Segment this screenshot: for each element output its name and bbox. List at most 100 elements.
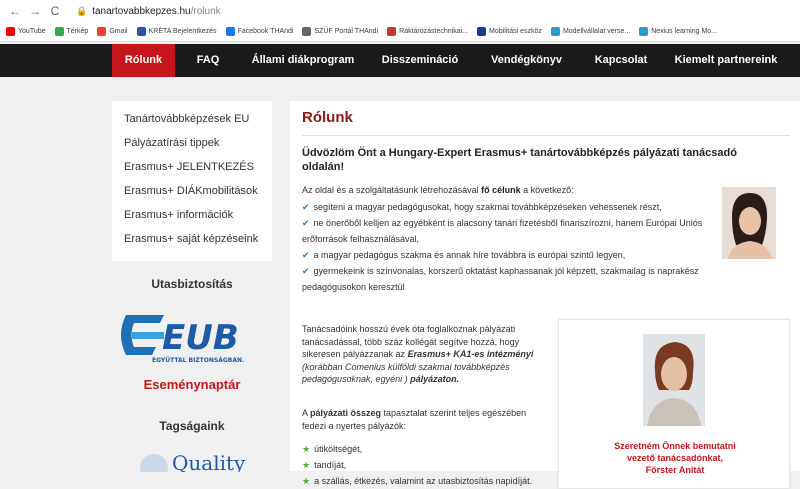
- bookmark-icon: [477, 27, 487, 36]
- nav-item-kapcsolat[interactable]: Kapcsolat: [578, 44, 664, 77]
- greeting-heading: Üdvözlöm Önt a Hungary-Expert Erasmus+ t…: [302, 147, 737, 173]
- para2-c: (korábban Comenius külföldi szakmai tová…: [302, 361, 510, 385]
- nav-item-disszeminacio[interactable]: Disszemináció: [365, 44, 475, 77]
- travel-insurance-title: Utasbiztosítás: [151, 277, 233, 291]
- url-field[interactable]: 🔒 tanartovabbkepzes.hu /rolunk: [76, 6, 221, 17]
- bookmark-label: YouTube: [18, 28, 46, 35]
- intro-pre: Az oldal és a szolgáltatásunk létrehozás…: [302, 185, 482, 195]
- advisor-portrait-photo: [643, 334, 705, 426]
- sidebar-item-jelentkezes[interactable]: Erasmus+ JELENTKEZÉS: [112, 155, 272, 179]
- eub-logo[interactable]: EUB EGYÜTTAL BIZTONSÁGBAN.: [112, 305, 272, 365]
- back-icon[interactable]: ←: [8, 4, 22, 18]
- url-domain: tanartovabbkepzes.hu: [92, 5, 191, 17]
- eub-swoosh-icon: [121, 315, 164, 355]
- bookmark-item[interactable]: YouTube: [6, 27, 46, 36]
- bookmark-label: Facebook THAndi: [237, 28, 294, 35]
- card-line-3: Förster Anitát: [645, 465, 705, 475]
- advisor-card: Szeretném Önnek bemutatni vezető tanácsa…: [558, 319, 790, 489]
- costs-list: ★ útiköltségét, ★ tandíját, ★ a szállás, ét…: [302, 441, 542, 489]
- intro-bold: fő célunk: [481, 185, 521, 195]
- bookmark-label: KRÉTA Bejelentkezés: [148, 28, 217, 35]
- sidebar-menu: Tanártovábbképzések EU Pályázatírási tip…: [112, 101, 272, 261]
- para2-b: Erasmus+ KA1-es intézményi: [407, 349, 534, 359]
- check-icon: ✔: [302, 202, 310, 212]
- star-icon: ★: [302, 476, 311, 486]
- page-body: Tanártovábbképzések EU Pályázatírási tip…: [0, 77, 800, 489]
- sidebar-item-sajat-kepzeseink[interactable]: Erasmus+ saját képzéseink: [112, 227, 272, 251]
- bookmark-item[interactable]: Nexius learning Mo...: [639, 27, 717, 36]
- bookmark-icon: [54, 27, 64, 36]
- lock-icon: 🔒: [76, 5, 88, 16]
- quality-logo-text: Quality: [172, 451, 246, 472]
- nav-item-allami-diakprogram[interactable]: Állami diákprogram: [241, 44, 365, 77]
- sidebar-item-diakmobilitasok[interactable]: Erasmus+ DIÁKmobilitások: [112, 179, 272, 203]
- bookmark-item[interactable]: Modellvállalat verse...: [550, 27, 630, 36]
- check-icon: ✔: [302, 266, 310, 276]
- nav-item-vendegkonyv[interactable]: Vendégkönyv: [475, 44, 578, 77]
- check-icon: ✔: [302, 218, 310, 228]
- bookmark-item[interactable]: KRÉTA Bejelentkezés: [136, 27, 217, 36]
- bookmark-item[interactable]: Térkép: [54, 27, 89, 36]
- bookmark-label: SZÜF Portál THAndi: [314, 28, 379, 35]
- main-content: Rólunk Üdvözlöm Önt a Hungary-Expert Era…: [290, 101, 800, 489]
- cost-text: a szállás, étkezés, valamint az utasbizt…: [314, 476, 533, 486]
- bookmark-label: Térkép: [66, 28, 89, 35]
- bookmarks-bar: YouTube Térkép Gmail KRÉTA Bejelentkezés Fac…: [0, 22, 800, 42]
- page-title: Rólunk: [302, 109, 353, 126]
- eub-tagline: EGYÜTTAL BIZTONSÁGBAN.: [152, 357, 244, 364]
- forward-icon[interactable]: →: [28, 4, 42, 18]
- list-item: ★ a szállás, étkezés, valamint az utasbiz…: [302, 473, 542, 489]
- event-calendar-title[interactable]: Eseménynaptár: [112, 377, 272, 392]
- check-icon: ✔: [302, 250, 310, 260]
- nav-item-faq[interactable]: FAQ: [175, 44, 241, 77]
- star-icon: ★: [302, 444, 311, 454]
- woman-portrait-photo: [722, 187, 776, 259]
- card-line-2: vezető tanácsadónkat,: [626, 453, 724, 463]
- sidebar-item-tanartovabbkepzesek[interactable]: Tanártovábbképzések EU: [112, 107, 272, 131]
- nav-item-kiemelt-partnereink[interactable]: Kiemelt partnereink: [664, 44, 788, 77]
- bookmark-icon: [97, 27, 107, 36]
- goal-text: segíteni a magyar pedagógusokat, hogy sz…: [313, 202, 662, 212]
- para3-b: pályázati összeg: [310, 408, 382, 418]
- quality-logo: Quality: [140, 451, 246, 472]
- url-path: /rolunk: [190, 5, 221, 17]
- goal-text: ne önerőből kelljen az egyébként is alac…: [302, 218, 703, 244]
- nav-item-rolunk[interactable]: Rólunk: [112, 44, 175, 77]
- star-icon: ★: [302, 460, 311, 470]
- list-item: ✔ segíteni a magyar pedagógusokat, hogy s…: [302, 199, 712, 215]
- list-item: ✔ gyermekeink is színvonalas, korszerű ok…: [302, 263, 712, 295]
- bookmark-icon: [639, 27, 649, 36]
- browser-address-bar: ← → C 🔒 tanartovabbkepzes.hu /rolunk: [0, 0, 800, 22]
- bookmark-icon: [302, 27, 312, 36]
- sidebar-item-palyazatirasi-tippek[interactable]: Pályázatírási tippek: [112, 131, 272, 155]
- intro-text: Az oldal és a szolgáltatásunk létrehozás…: [302, 185, 574, 195]
- bookmark-item[interactable]: Gmail: [97, 27, 128, 36]
- cost-text: útiköltségét,: [314, 444, 363, 454]
- bookmark-label: Mobilitási eszköz: [489, 28, 542, 35]
- eub-logo-text: EUB: [162, 318, 239, 358]
- bookmark-item[interactable]: Raktározástechnikai...: [387, 27, 468, 36]
- reload-icon[interactable]: C: [48, 4, 62, 18]
- title-divider: [302, 135, 790, 136]
- list-item: ✔ a magyar pedagógus szakma és annak híre…: [302, 247, 712, 263]
- bookmark-icon: [136, 27, 146, 36]
- bookmark-item[interactable]: SZÜF Portál THAndi: [302, 27, 378, 36]
- bookmark-item[interactable]: Facebook THAndi: [225, 27, 294, 36]
- goal-text: gyermekeink is színvonalas, korszerű okt…: [302, 266, 699, 292]
- memberships-title: Tagságaink: [159, 419, 225, 433]
- bookmark-icon: [550, 27, 560, 36]
- grant-paragraph: A pályázati összeg tapasztalat szerint t…: [302, 407, 540, 432]
- bookmark-label: Raktározástechnikai...: [399, 28, 469, 35]
- bookmark-item[interactable]: Mobilitási eszköz: [477, 27, 542, 36]
- bookmark-label: Gmail: [109, 28, 128, 35]
- advisors-paragraph: Tanácsadóink hosszú évek óta foglalkozna…: [302, 323, 540, 386]
- site-nav: Rólunk FAQ Állami diákprogram Disszeminá…: [0, 44, 800, 77]
- bookmark-icon: [387, 27, 397, 36]
- cost-text: tandíját,: [314, 460, 347, 470]
- card-line-1: Szeretném Önnek bemutatni: [614, 441, 736, 451]
- bookmark-label: Nexius learning Mo...: [651, 28, 718, 35]
- bookmark-icon: [225, 27, 235, 36]
- bookmark-icon: [6, 27, 15, 36]
- sidebar-item-informaciok[interactable]: Erasmus+ információk: [112, 203, 272, 227]
- intro-post: a következő:: [520, 185, 574, 195]
